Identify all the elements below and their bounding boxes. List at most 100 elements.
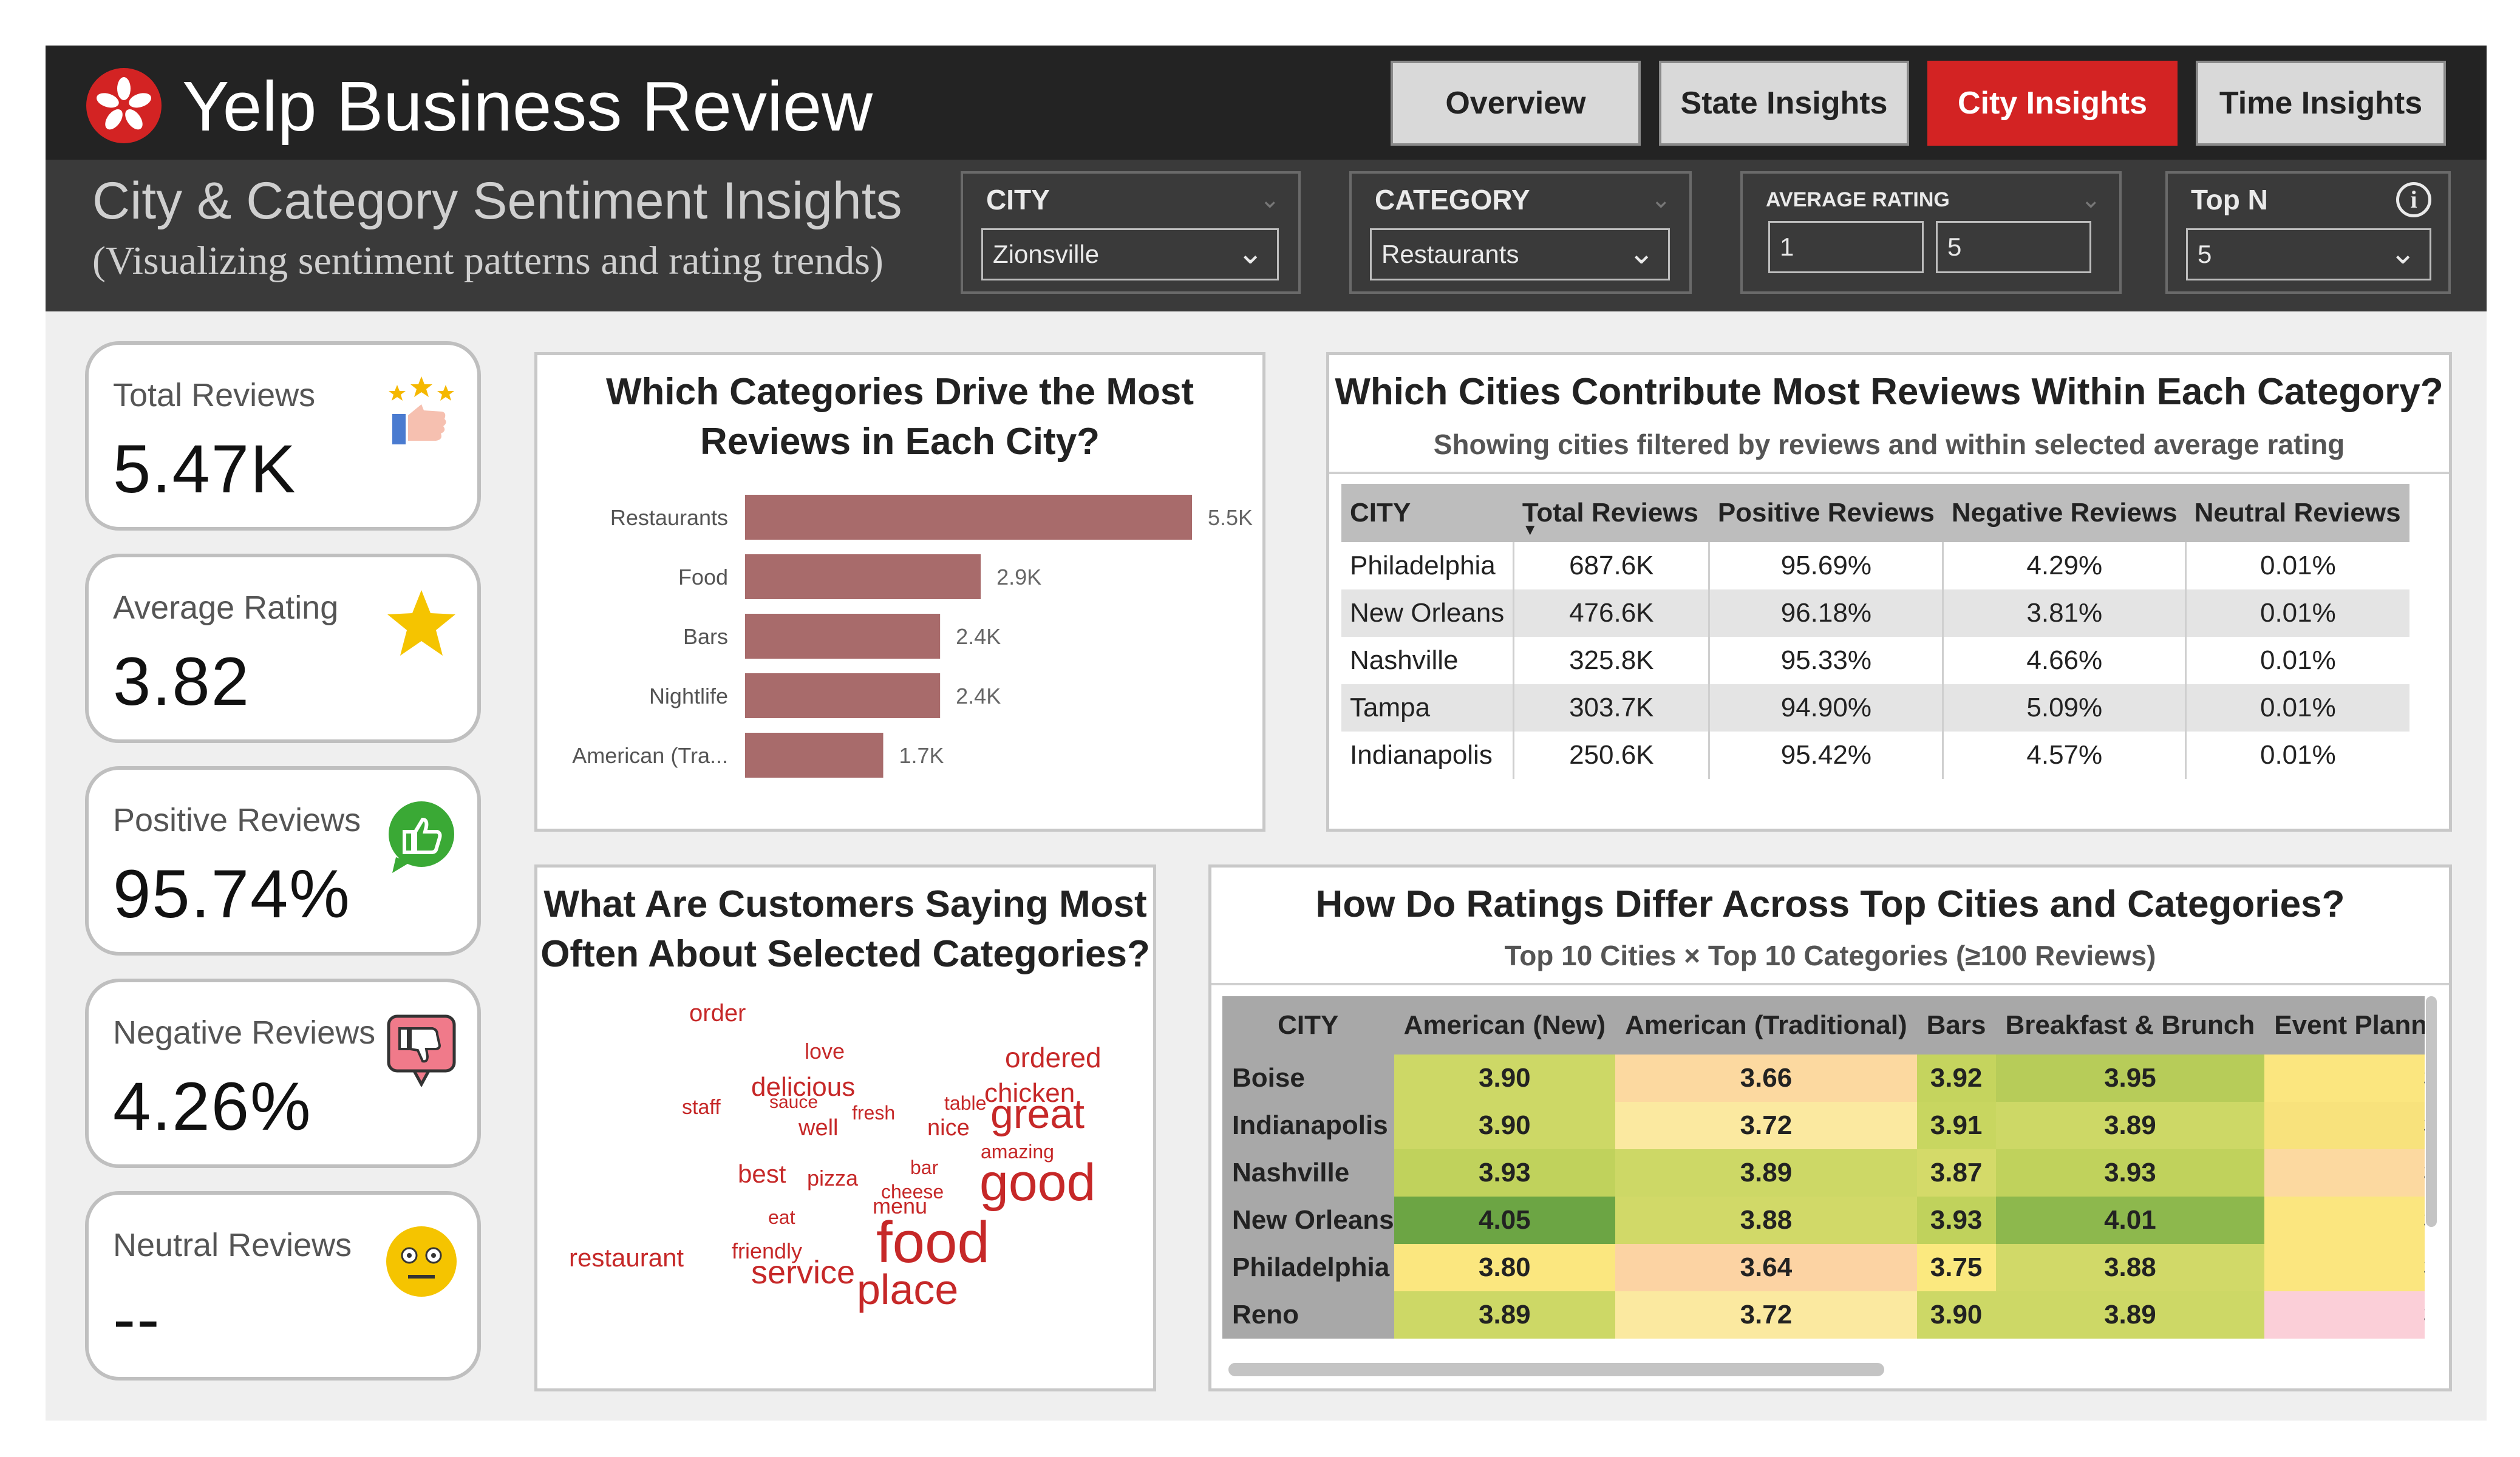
average-rating-slicer: AVERAGE RATING ⌄ 1 5 [1740,171,2122,294]
category-slicer-label: CATEGORY [1375,184,1530,216]
bar-4[interactable] [745,733,884,778]
category-tick-label: Restaurants [610,505,728,530]
table-cell: 94.90% [1708,684,1943,732]
column-header-label: Total Reviews [1522,498,1698,528]
city-cell: Nashville [1341,637,1514,684]
cities-panel-title: Which Cities Contribute Most Reviews Wit… [1335,371,2443,413]
table-cell: 0.01% [2185,732,2409,779]
bar-1[interactable] [745,554,981,599]
top-n-dropdown[interactable]: 5 ⌄ [2186,228,2431,280]
tab-time-insights[interactable]: Time Insights [2196,61,2446,146]
word-staff: staff [682,1096,721,1119]
category-tick-label: Nightlife [649,684,728,708]
heatmap-cell: 3.88 [1995,1244,2265,1291]
collapse-icon[interactable]: ⌄ [1650,186,1671,214]
word-nice: nice [927,1115,970,1141]
column-header[interactable]: American (New) [1394,996,1616,1055]
table-cell: 325.8K [1513,637,1709,684]
table-row[interactable]: Indianapolis 250.6K 95.42% 4.57% 0.01% [1341,732,2409,779]
thumbs-up-stars-icon [384,374,459,449]
heatmap-row[interactable]: New Orleans4.053.883.934.013.7 [1222,1197,2425,1244]
heatmap-cell: 3.66 [1615,1055,1917,1102]
word-well: well [799,1115,839,1141]
heatmap-city-cell: Philadelphia [1222,1244,1394,1291]
city-dropdown[interactable]: Zionsville ⌄ [981,228,1279,280]
heatmap-header-row: CITY American (New) American (Traditiona… [1222,996,2425,1055]
tab-overview[interactable]: Overview [1391,61,1641,146]
bar-2[interactable] [745,614,941,659]
word-cloud: order love ordered delicious sauce chicken tab… [537,868,1153,1388]
average-rating-label: AVERAGE RATING [1766,188,1950,211]
table-row[interactable]: New Orleans 476.6K 96.18% 3.81% 0.01% [1341,589,2409,637]
tab-state-insights[interactable]: State Insights [1659,61,1909,146]
column-header[interactable]: Negative Reviews [1943,484,2186,542]
rating-min-input[interactable]: 1 [1768,221,1924,273]
heatmap-row[interactable]: Indianapolis3.903.723.913.893.8 [1222,1102,2425,1149]
category-dropdown-value: Restaurants [1381,240,1519,268]
column-header[interactable]: CITY [1222,996,1394,1055]
column-header[interactable]: Positive Reviews [1709,484,1943,542]
heatmap-cell: 3.72 [1615,1291,1917,1339]
info-icon[interactable]: i [2396,182,2431,217]
kpi-negative-reviews: Negative Reviews 4.26% [85,979,481,1168]
top-n-slicer: Top N i 5 ⌄ [2165,171,2451,294]
bar-data-label: 2.4K [956,684,1001,708]
tab-city-insights[interactable]: City Insights [1927,61,2178,146]
heatmap-cell: 3.8 [2264,1102,2425,1149]
collapse-icon[interactable]: ⌄ [2080,186,2101,214]
collapse-icon[interactable]: ⌄ [1259,186,1280,214]
heatmap-row[interactable]: Reno3.893.723.903.893.5 [1222,1291,2425,1339]
heatmap-cell: 3.93 [1394,1149,1616,1197]
table-row[interactable]: Tampa 303.7K 94.90% 5.09% 0.01% [1341,684,2409,732]
heatmap-table: CITY American (New) American (Traditiona… [1222,996,2425,1339]
horizontal-scrollbar[interactable] [1228,1363,1884,1376]
rating-max-value: 5 [1947,233,1962,261]
kpi-value: 95.74% [113,856,351,932]
column-header[interactable]: Event Plannin [2264,996,2425,1055]
heatmap-row[interactable]: Philadelphia3.803.643.753.883.7 [1222,1244,2425,1291]
column-header[interactable]: Neutral Reviews [2185,484,2409,542]
category-dropdown[interactable]: Restaurants ⌄ [1370,228,1670,280]
city-slicer-label: CITY [986,184,1050,216]
column-header[interactable]: CITY [1341,484,1514,542]
column-header[interactable]: American (Traditional) [1615,996,1917,1055]
heatmap-cell: 3.7 [2264,1055,2425,1102]
heatmap-row[interactable]: Boise3.903.663.923.953.7 [1222,1055,2425,1102]
column-header-sorted[interactable]: Total Reviews ▼ [1513,484,1709,542]
table-cell: 0.01% [2185,637,2409,684]
heatmap-cell: 3.88 [1615,1197,1917,1244]
heatmap-cell: 3.87 [1916,1149,1996,1197]
vertical-scrollbar[interactable] [2426,996,2437,1227]
yelp-logo-icon [86,68,162,143]
rating-max-input[interactable]: 5 [1936,221,2091,273]
heatmap-cell: 3.7 [2264,1197,2425,1244]
heatmap-cell: 3.89 [1615,1149,1917,1197]
heatmap-row[interactable]: Nashville3.933.893.873.933.6 [1222,1149,2425,1197]
heatmap-cell: 3.7 [2264,1244,2425,1291]
heatmap-city-cell: Reno [1222,1291,1394,1339]
city-cell: Philadelphia [1341,542,1514,589]
bar-data-label: 5.5K [1208,505,1253,530]
heatmap-cell: 4.05 [1394,1197,1616,1244]
sort-desc-icon: ▼ [1522,520,1538,538]
city-cell: Tampa [1341,684,1514,732]
kpi-positive-reviews: Positive Reviews 95.74% [85,766,481,956]
kpi-average-rating: Average Rating 3.82 [85,554,481,743]
table-cell: 303.7K [1513,684,1709,732]
word-love: love [805,1039,845,1064]
heatmap-cell: 3.64 [1615,1244,1917,1291]
chevron-down-icon: ⌄ [1237,236,1264,271]
table-row[interactable]: Nashville 325.8K 95.33% 4.66% 0.01% [1341,637,2409,684]
heatmap-cell: 3.90 [1916,1291,1996,1339]
heatmap-panel-subtitle: Top 10 Cities × Top 10 Categories (≥100 … [1504,940,2156,971]
table-cell: 687.6K [1513,542,1709,589]
category-tick-label: American (Tra... [572,743,728,768]
heatmap-cell: 3.93 [1916,1197,1996,1244]
bar-data-label: 2.9K [996,565,1041,589]
table-row[interactable]: Philadelphia 687.6K 95.69% 4.29% 0.01% [1341,542,2409,589]
categories-panel-title: Which Categories Drive the Most Reviews … [605,371,1194,463]
bar-3[interactable] [745,673,941,718]
bar-0[interactable] [745,495,1192,540]
column-header[interactable]: Bars [1916,996,1996,1055]
column-header[interactable]: Breakfast & Brunch [1995,996,2265,1055]
